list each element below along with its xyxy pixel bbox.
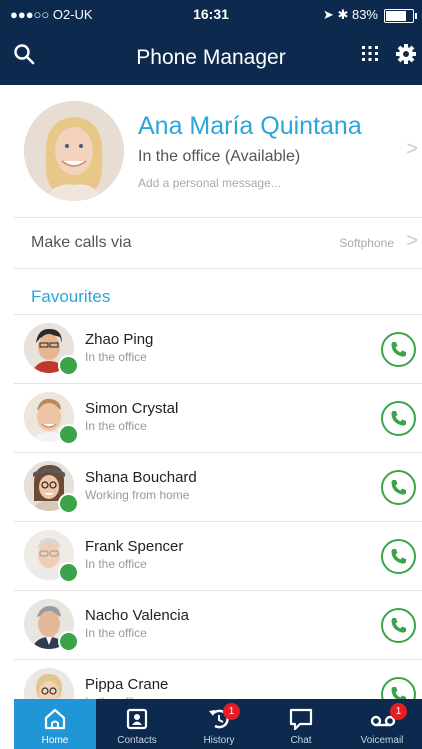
tab-chat[interactable]: Chat — [260, 699, 342, 749]
contact-name: Shana Bouchard — [85, 469, 197, 486]
profile-card[interactable]: Ana María Quintana In the office (Availa… — [14, 86, 422, 218]
favourites-heading: Favourites — [31, 287, 111, 306]
make-calls-label: Make calls via — [31, 234, 132, 251]
list-item[interactable]: Frank Spencer In the office — [14, 521, 422, 590]
presence-dot — [58, 493, 79, 514]
phone-icon[interactable] — [381, 332, 416, 367]
app-header: Phone Manager — [0, 28, 422, 85]
dialpad-icon[interactable] — [361, 45, 379, 68]
bluetooth-icon: ✱ — [337, 7, 349, 22]
personal-message-field[interactable]: Add a personal message... — [138, 176, 281, 190]
list-item[interactable]: Nacho Valencia In the office — [14, 590, 422, 659]
home-icon — [44, 708, 66, 730]
status-right: ➤ ✱ 83% — [323, 7, 378, 23]
chat-icon — [289, 708, 313, 731]
tab-voicemail[interactable]: 1 Voicemail — [342, 699, 422, 749]
contact-status: In the office — [85, 557, 147, 571]
phone-icon[interactable] — [381, 539, 416, 574]
list-item[interactable]: Zhao Ping In the office — [14, 314, 422, 383]
contact-name: Zhao Ping — [85, 331, 154, 348]
tab-contacts[interactable]: Contacts — [96, 699, 178, 749]
battery-icon — [384, 9, 417, 23]
profile-status: In the office (Available) — [138, 148, 301, 165]
phone-icon[interactable] — [381, 470, 416, 505]
tab-label: History — [203, 735, 235, 746]
contact-status: Working from home — [85, 488, 190, 502]
battery-fill — [386, 11, 406, 21]
phone-icon[interactable] — [381, 608, 416, 643]
presence-dot — [58, 355, 79, 376]
phone-screen: ●●●○○ O2-UK 16:31 ➤ ✱ 83% Phone Manager — [0, 0, 422, 749]
contacts-icon — [126, 708, 148, 730]
location-icon: ➤ — [322, 7, 334, 22]
contact-name: Pippa Crane — [85, 676, 169, 693]
phone-icon[interactable] — [381, 401, 416, 436]
tab-label: Chat — [290, 735, 312, 746]
tab-label: Contacts — [117, 735, 157, 746]
make-calls-value: Softphone — [339, 236, 394, 250]
tab-bar: Home Contacts 1 History Chat 1 Voicemail — [14, 699, 422, 749]
list-item[interactable]: Simon Crystal In the office — [14, 383, 422, 452]
avatar — [24, 101, 124, 201]
page-title: Phone Manager — [136, 46, 286, 69]
voicemail-badge: 1 — [390, 703, 407, 720]
contact-status: In the office — [85, 419, 147, 433]
history-badge: 1 — [223, 703, 240, 720]
tab-label: Voicemail — [360, 735, 404, 746]
contact-name: Nacho Valencia — [85, 607, 189, 624]
contact-status: In the office — [85, 350, 147, 364]
list-item[interactable]: Shana Bouchard Working from home — [14, 452, 422, 521]
contact-status: In the office — [85, 626, 147, 640]
top-bar: ●●●○○ O2-UK 16:31 ➤ ✱ 83% Phone Manager — [0, 0, 422, 85]
make-calls-via-row[interactable]: Make calls via Softphone > — [14, 218, 422, 269]
contact-name: Simon Crystal — [85, 400, 179, 417]
profile-name: Ana María Quintana — [138, 112, 362, 140]
chevron-right-icon: > — [406, 138, 418, 160]
presence-dot — [58, 424, 79, 445]
favourites-list: Zhao Ping In the office Simon Crystal In… — [14, 314, 422, 728]
tab-label: Home — [41, 735, 69, 746]
presence-dot — [58, 562, 79, 583]
status-bar: ●●●○○ O2-UK 16:31 ➤ ✱ 83% — [0, 0, 422, 28]
gear-icon[interactable] — [395, 43, 417, 70]
tab-home[interactable]: Home — [14, 699, 96, 749]
battery-percent: 83% — [351, 7, 378, 22]
tab-history[interactable]: 1 History — [178, 699, 260, 749]
presence-dot — [58, 631, 79, 652]
chevron-right-icon: > — [406, 230, 418, 252]
contact-name: Frank Spencer — [85, 538, 184, 555]
